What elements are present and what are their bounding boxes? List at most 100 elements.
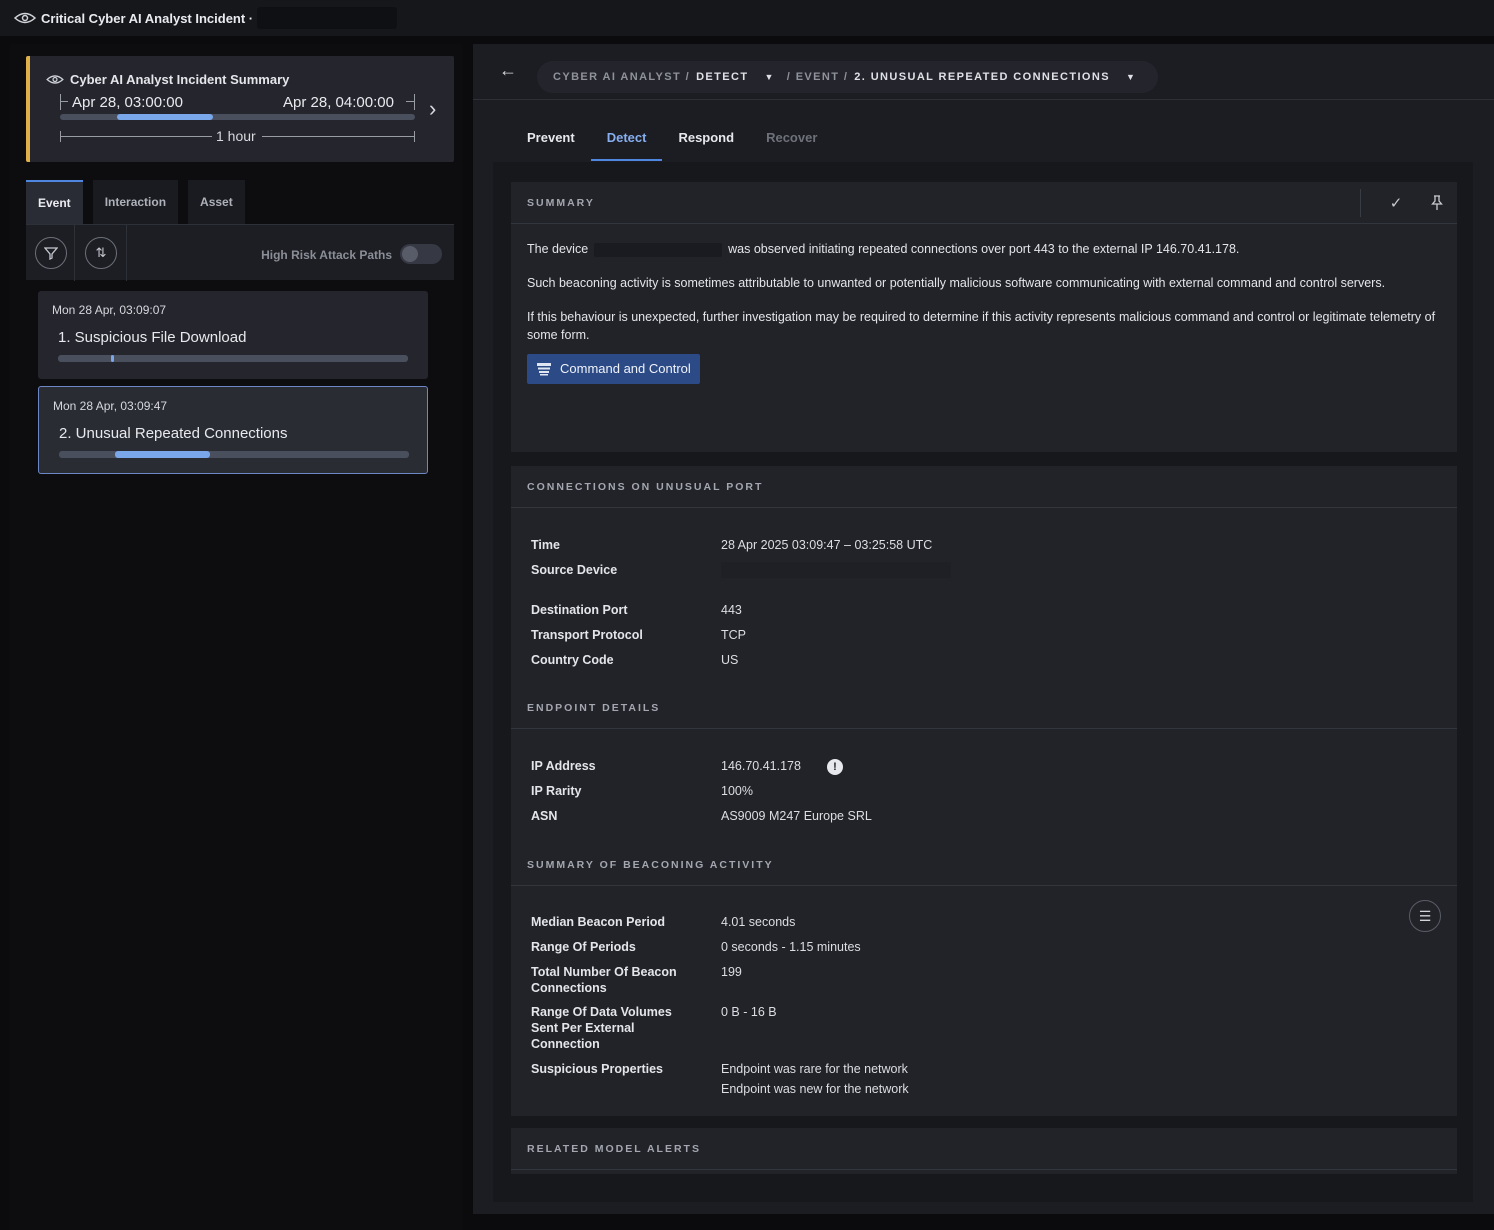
event-date: Mon 28 Apr, 03:09:07 <box>52 303 167 317</box>
eye-icon <box>46 75 64 84</box>
summary-heading: SUMMARY ✓ <box>511 182 1457 224</box>
range-start-time: Apr 28, 03:00:00 <box>72 94 183 111</box>
server-icon <box>537 363 551 376</box>
kv-value: 0 seconds - 1.15 minutes <box>721 940 861 954</box>
redacted-name <box>257 7 398 29</box>
event-item[interactable]: Mon 28 Apr, 03:09:07 1. Suspicious File … <box>38 291 428 379</box>
range-end-time: Apr 28, 04:00:00 <box>283 94 394 111</box>
kv-key: Range Of Data Volumes Sent Per External … <box>531 1005 672 1051</box>
tab-detect[interactable]: Detect <box>590 124 663 161</box>
toggle-knob <box>402 246 418 262</box>
kv-key: Total Number Of Beacon Connections <box>531 965 677 995</box>
info-icon[interactable]: ! <box>826 758 843 775</box>
tab-prevent[interactable]: Prevent <box>511 124 591 161</box>
kv-value: 28 Apr 2025 03:09:47 – 03:25:58 UTC <box>721 538 933 552</box>
list-view-icon[interactable]: ☰ <box>1409 900 1441 932</box>
summary-paragraph: Such beaconing activity is sometimes att… <box>527 276 1386 290</box>
pin-icon[interactable] <box>1417 182 1457 224</box>
crumb-analyst[interactable]: CYBER AI ANALYST / <box>553 71 690 83</box>
divider <box>1360 189 1361 217</box>
event-date: Mon 28 Apr, 03:09:47 <box>53 399 168 413</box>
kv-key: Source Device <box>531 563 618 577</box>
check-icon[interactable]: ✓ <box>1377 182 1417 224</box>
divider <box>74 225 75 281</box>
sort-icon[interactable]: ⇅ <box>85 237 117 269</box>
beaconing-heading: SUMMARY OF BEACONING ACTIVITY <box>511 844 1457 886</box>
event-name: 2. Unusual Repeated Connections <box>59 425 288 442</box>
kv-value: TCP <box>721 628 746 642</box>
phase-tabs: Prevent Detect Respond Recover <box>511 124 833 161</box>
summary-text: was observed initiating repeated connect… <box>728 242 1240 256</box>
left-tabs: Event Interaction Asset <box>26 180 245 224</box>
summary-section: SUMMARY ✓ The device was observed initiat… <box>511 182 1457 452</box>
summary-text: The device <box>527 242 589 256</box>
range-end-tick-arm <box>406 101 414 102</box>
incident-title: Critical Cyber AI Analyst Incident · <box>41 10 254 26</box>
event-timeline <box>58 355 408 362</box>
redacted-device <box>594 242 723 257</box>
kv-key: Country Code <box>531 653 614 667</box>
high-risk-toggle[interactable] <box>400 244 442 264</box>
funnel-icon <box>44 247 58 260</box>
kv-value: 443 <box>721 603 742 617</box>
related-alerts-heading: RELATED MODEL ALERTS <box>511 1128 1457 1170</box>
range-start-tick-arm <box>60 101 68 102</box>
timeline-bar <box>60 114 415 120</box>
mitre-tag-button[interactable]: Command and Control <box>527 354 700 384</box>
ip-address: 146.70.41.178 <box>721 759 801 773</box>
event-timeline-fill <box>115 451 210 458</box>
kv-key: IP Address <box>531 759 596 773</box>
back-arrow-icon[interactable]: ← <box>499 60 517 81</box>
kv-key: Median Beacon Period <box>531 915 666 929</box>
tab-asset[interactable]: Asset <box>188 180 245 224</box>
connections-section: CONNECTIONS ON UNUSUAL PORT Time 28 Apr 2… <box>511 466 1457 1116</box>
crumb-detect[interactable]: DETECT <box>696 71 748 83</box>
high-risk-label: High Risk Attack Paths <box>261 248 392 262</box>
scale-line-right <box>262 136 415 137</box>
scale-label: 1 hour <box>216 128 256 144</box>
suspicious-property: Endpoint was new for the network <box>721 1082 909 1096</box>
filter-icon[interactable] <box>35 237 67 269</box>
tab-respond[interactable]: Respond <box>662 124 750 161</box>
range-end-tick <box>414 94 415 110</box>
kv-value: 4.01 seconds <box>721 915 796 929</box>
breadcrumb: CYBER AI ANALYST / DETECT ▼ / EVENT / 2.… <box>537 61 1159 93</box>
crumb-event[interactable]: / EVENT / <box>787 71 849 83</box>
time-scale: 1 hour <box>60 128 415 144</box>
crumb-event-name[interactable]: 2. UNUSUAL REPEATED CONNECTIONS <box>854 71 1110 83</box>
summary-actions: ✓ <box>1360 182 1457 224</box>
eye-icon <box>14 12 36 24</box>
kv-key: IP Rarity <box>531 784 582 798</box>
kv-key: ASN <box>531 809 558 823</box>
tab-interaction[interactable]: Interaction <box>92 180 179 224</box>
caret-down-icon[interactable]: ▼ <box>764 72 774 82</box>
related-alerts-section: RELATED MODEL ALERTS <box>511 1128 1457 1174</box>
kv-value: AS9009 M247 Europe SRL <box>721 809 872 823</box>
connections-heading: CONNECTIONS ON UNUSUAL PORT <box>511 466 1457 508</box>
range-start-tick <box>60 94 61 110</box>
incident-sidebar: Cyber AI Analyst Incident Summary Apr 28… <box>10 44 462 1230</box>
chevron-right-icon[interactable]: › <box>429 96 436 122</box>
tab-event[interactable]: Event <box>26 180 83 224</box>
event-detail-panel: ← CYBER AI ANALYST / DETECT ▼ / EVENT / … <box>473 44 1494 1214</box>
caret-down-icon[interactable]: ▼ <box>1126 72 1136 82</box>
summary-paragraph: The device was observed initiating repeat… <box>527 240 1441 258</box>
summary-paragraph: If this behaviour is unexpected, further… <box>527 310 1436 342</box>
kv-value: Endpoint was rare for the network Endpoin… <box>721 1061 1121 1097</box>
scale-cap-right <box>414 131 415 142</box>
incident-summary-card[interactable]: Cyber AI Analyst Incident Summary Apr 28… <box>26 56 454 162</box>
kv-value: US <box>721 653 739 667</box>
kv-key: Transport Protocol <box>531 628 643 642</box>
timeline-highlight <box>116 114 213 120</box>
endpoint-heading: ENDPOINT DETAILS <box>511 687 1457 729</box>
kv-key: Range Of Periods <box>531 940 636 954</box>
redacted-source-device <box>721 562 1121 582</box>
kv-key: Time <box>531 538 560 552</box>
summary-heading-text: SUMMARY <box>527 196 595 209</box>
event-timeline <box>59 451 409 458</box>
event-item-selected[interactable]: Mon 28 Apr, 03:09:47 2. Unusual Repeated… <box>38 386 428 474</box>
kv-value: 199 <box>721 965 742 979</box>
kv-value: 146.70.41.178! <box>721 758 1121 775</box>
kv-key: Suspicious Properties <box>531 1062 663 1076</box>
tab-recover[interactable]: Recover <box>750 124 833 161</box>
